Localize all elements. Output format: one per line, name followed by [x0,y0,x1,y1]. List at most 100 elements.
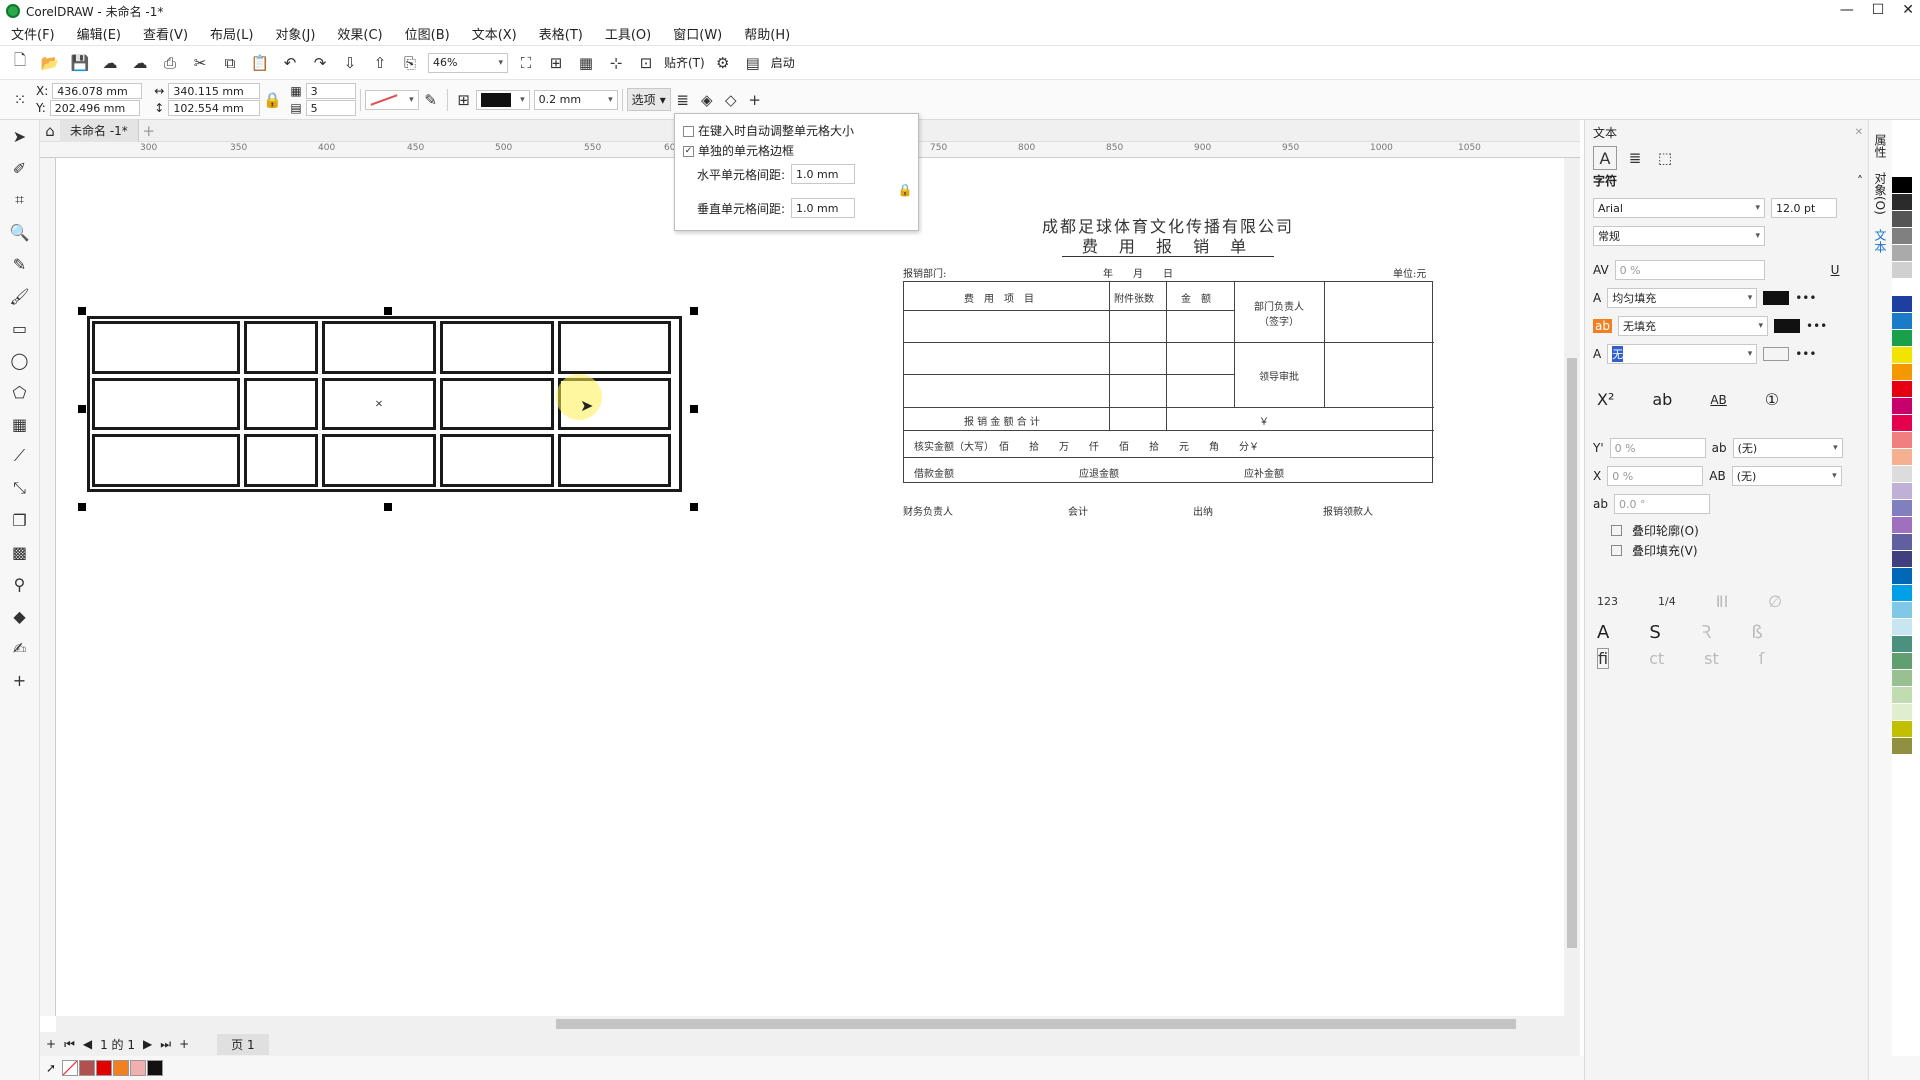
kerning-input[interactable]: 0 % [1614,260,1765,280]
menu-window[interactable]: 窗口(W) [662,24,733,43]
outline-color-swatch[interactable] [1763,347,1790,361]
connector-tool-icon[interactable]: ⤡ [8,476,32,500]
zoom-tool-icon[interactable]: 🔍 [8,220,32,244]
auto-resize-option[interactable]: 在键入时自动调整单元格大小 [683,122,854,139]
palette-swatch[interactable] [1892,466,1912,483]
color-swatch[interactable] [130,1060,147,1076]
table-cell[interactable] [244,321,318,374]
drop-shadow-icon[interactable]: ❐ [8,508,32,532]
palette-swatch[interactable] [1892,568,1912,585]
table-cell[interactable] [322,434,436,487]
width-input[interactable]: 340.115 mm [168,83,261,99]
h-spacing-input[interactable]: 1.0 mm [791,164,856,184]
palette-swatch[interactable] [1892,670,1912,687]
table-cell[interactable] [92,434,240,487]
palette-swatch[interactable] [1892,330,1912,347]
fractions-icon[interactable]: 1/4 [1658,595,1676,608]
freehand-tool-icon[interactable]: ✎ [8,252,32,276]
no-color-swatch[interactable] [62,1060,79,1076]
last-page-icon[interactable]: ⏭ [160,1037,171,1052]
palette-swatch[interactable] [1892,534,1912,551]
menu-layout[interactable]: 布局(L) [199,24,264,43]
home-icon[interactable]: ⌂ [40,119,60,143]
v-spacing-input[interactable]: 1.0 mm [791,198,856,218]
table-cell[interactable] [92,377,240,431]
palette-swatch[interactable] [1892,636,1912,653]
lock-ratio-icon[interactable]: 🔒 [260,88,284,112]
background-color-select[interactable] [364,89,419,110]
add-page-end-icon[interactable]: + [179,1037,189,1051]
palette-swatch[interactable] [1892,738,1912,755]
side-tab-text[interactable]: 文本 [1872,229,1889,253]
import-icon[interactable]: ⇩ [338,51,362,75]
x-position-input[interactable]: 436.078 mm [52,83,143,99]
ordinals-icon[interactable]: 123 [1597,595,1618,608]
palette-swatch[interactable] [1892,194,1912,211]
transparency-icon[interactable]: ▩ [8,540,32,564]
palette-swatch[interactable] [1892,500,1912,517]
outline-color-select[interactable] [475,89,530,110]
palette-swatch[interactable] [1892,551,1912,568]
bg-color-swatch[interactable] [1773,319,1800,333]
palette-swatch[interactable] [1892,619,1912,636]
palette-swatch[interactable] [1892,415,1912,432]
full-screen-icon[interactable]: ⛶ [514,51,538,75]
selection-handle[interactable] [384,307,392,315]
guidelines-icon[interactable]: ⊹ [604,51,628,75]
selection-handle[interactable] [690,405,698,413]
tab-document[interactable]: 未命名 -1* [60,119,139,142]
menu-effects[interactable]: 效果(C) [326,24,393,43]
columns-input[interactable]: 3 [305,83,356,99]
palette-swatch[interactable] [1892,262,1912,279]
long-s-icon[interactable]: ſ [1759,649,1765,668]
eyedropper-icon[interactable]: ⚲ [8,572,32,596]
rows-input[interactable]: 5 [305,100,356,116]
table-cell[interactable] [440,434,554,487]
table-cell[interactable]: × [322,377,436,431]
palette-swatch[interactable] [1892,585,1912,602]
close-button[interactable]: ✕ [1902,2,1914,18]
menu-text[interactable]: 文本(X) [461,24,528,43]
auto-resize-checkbox[interactable] [683,126,694,137]
underline-icon[interactable]: U [1831,263,1840,277]
fill-color-swatch[interactable] [1763,291,1790,305]
historical-icon[interactable]: ß [1751,622,1762,643]
menu-tools[interactable]: 工具(O) [594,24,662,43]
rotation-input[interactable]: 0.0 ° [1613,494,1710,514]
palette-swatch[interactable] [1892,381,1912,398]
smart-fill-icon[interactable]: ✍ [8,636,32,660]
palette-swatch[interactable] [1892,432,1912,449]
crop-tool-icon[interactable]: ⌗ [8,188,32,212]
frame-tab-icon[interactable]: ⬚ [1653,146,1677,170]
contextual-icon[interactable]: ∅ [1768,592,1782,611]
copy-icon[interactable]: ⧉ [218,51,242,75]
palette-swatch[interactable] [1892,398,1912,415]
borders-icon[interactable]: ⊞ [452,88,476,112]
palette-swatch[interactable] [1892,211,1912,228]
paragraph-tab-icon[interactable]: ≣ [1623,146,1647,170]
pdf-icon[interactable]: ⎘ [398,51,422,75]
lock-spacing-icon[interactable]: 🔒 [893,178,917,202]
superscript-icon[interactable]: X² [1597,390,1614,409]
first-page-icon[interactable]: ⏮ [64,1037,75,1052]
table-cell[interactable] [558,321,671,374]
separate-borders-checkbox[interactable]: ✓ [683,146,694,157]
palette-swatch[interactable] [1892,602,1912,619]
menu-edit[interactable]: 编辑(E) [66,24,132,43]
strikethrough-select[interactable]: (无) [1732,438,1843,458]
palette-swatch[interactable] [1892,228,1912,245]
to-front-icon[interactable]: ◈ [695,88,719,112]
prev-page-icon[interactable]: ◀ [83,1037,92,1051]
vertical-ruler[interactable] [40,158,56,1016]
side-tab-properties[interactable]: 属性 [1872,134,1889,158]
drawing-canvas[interactable]: × 成都足球体育文化传播有限公司 费 用 报 销 单 报销部门: 年 月 日 单… [56,158,1580,1016]
outline-select[interactable]: 无 [1607,344,1758,364]
overprint-fill-checkbox[interactable] [1611,545,1622,556]
font-select[interactable]: Arial [1593,198,1765,218]
table-cell[interactable] [92,321,240,374]
selection-handle[interactable] [78,405,86,413]
horizontal-scrollbar[interactable] [56,1016,1580,1032]
more-icon[interactable]: ••• [1795,347,1816,361]
color-swatch[interactable] [113,1060,130,1076]
overprint-outline-option[interactable]: 叠印轮廓(O) [1611,522,1699,539]
